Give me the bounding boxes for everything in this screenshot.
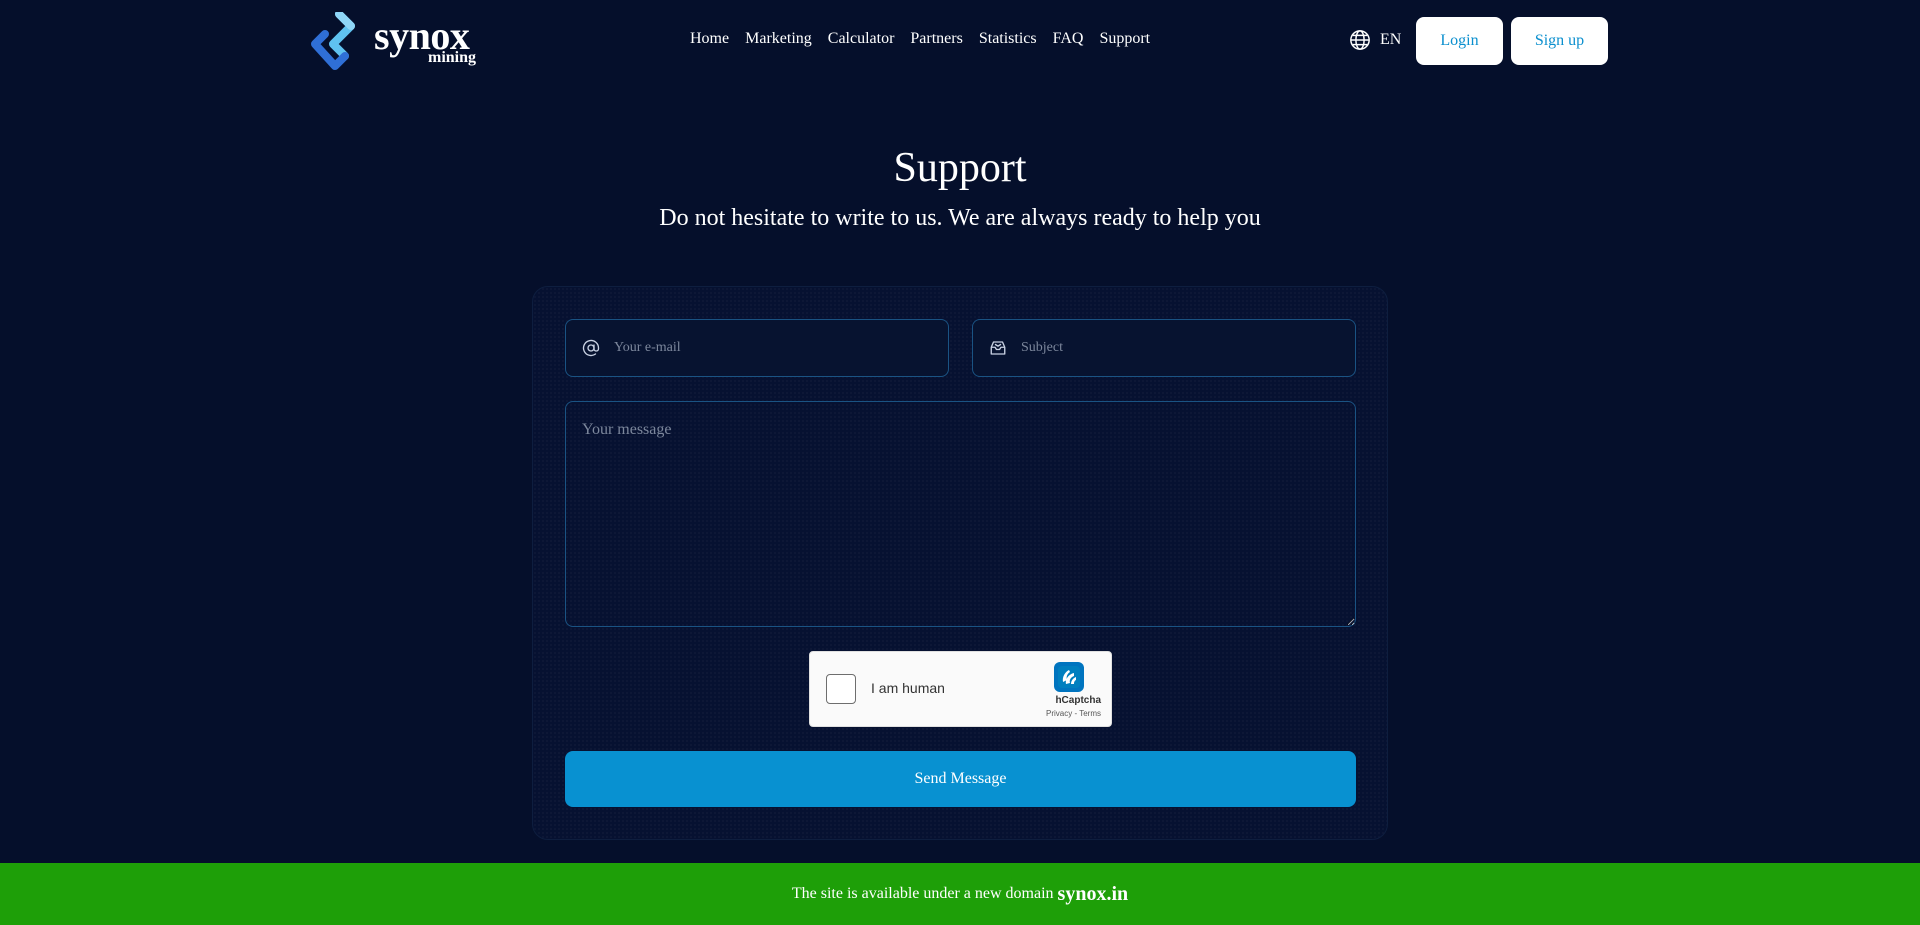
banner-text: The site is available under a new domain <box>791 885 1054 902</box>
domain-notice-banner: The site is available under a new domain… <box>0 863 1920 925</box>
support-form: I am human hCaptcha Privacy - Terms Send… <box>532 286 1388 840</box>
subject-input[interactable] <box>1021 320 1341 376</box>
language-code: EN <box>1380 31 1402 48</box>
captcha-brand: hCaptcha <box>1055 695 1101 706</box>
nav-item-statistics[interactable]: Statistics <box>979 30 1037 48</box>
synox-logo-icon <box>311 12 355 70</box>
at-sign-icon <box>582 339 600 357</box>
send-message-button[interactable]: Send Message <box>565 751 1356 807</box>
login-button[interactable]: Login <box>1416 17 1503 65</box>
page-title: Support <box>893 145 1027 191</box>
nav-item-support[interactable]: Support <box>1099 30 1150 48</box>
mail-inbox-icon <box>990 341 1006 355</box>
page-subtitle: Do not hesitate to write to us. We are a… <box>659 205 1261 231</box>
captcha-checkbox[interactable] <box>826 674 856 704</box>
site-header: synox mining Home Marketing Calculator P… <box>0 0 1920 82</box>
main-nav: Home Marketing Calculator Partners Stati… <box>690 30 1150 48</box>
globe-icon <box>1350 30 1370 50</box>
captcha-label: I am human <box>871 680 945 696</box>
hcaptcha-logo-icon <box>1054 662 1084 692</box>
subject-field <box>972 319 1356 377</box>
hcaptcha-widget: I am human hCaptcha Privacy - Terms <box>809 651 1112 727</box>
nav-item-home[interactable]: Home <box>690 30 729 48</box>
email-input[interactable] <box>614 320 934 376</box>
signup-button[interactable]: Sign up <box>1511 17 1608 65</box>
brand-logo[interactable]: synox mining <box>311 12 476 72</box>
nav-item-partners[interactable]: Partners <box>910 30 962 48</box>
email-field <box>565 319 949 377</box>
nav-item-faq[interactable]: FAQ <box>1053 30 1084 48</box>
nav-item-marketing[interactable]: Marketing <box>745 30 812 48</box>
nav-item-calculator[interactable]: Calculator <box>828 30 895 48</box>
language-selector[interactable]: EN <box>1349 29 1401 51</box>
captcha-links[interactable]: Privacy - Terms <box>1046 709 1101 718</box>
brand-subtitle: mining <box>427 49 476 66</box>
banner-domain-link[interactable]: synox.in <box>1058 883 1129 906</box>
message-textarea[interactable] <box>565 401 1356 627</box>
